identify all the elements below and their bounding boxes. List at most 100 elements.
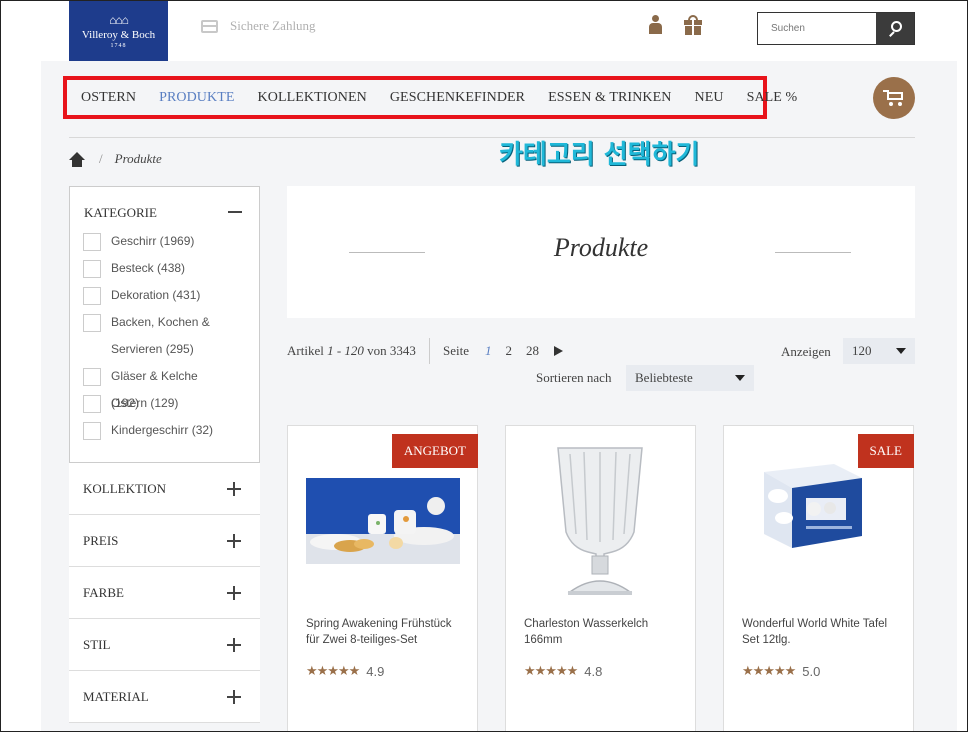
kategorie-label: Geschirr (1969) — [111, 234, 195, 248]
star-rating-icon: ★★★★★ — [742, 664, 796, 679]
sort-value: Beliebteste — [635, 370, 693, 385]
toolbar-divider — [429, 338, 430, 364]
category-hero: Produkte — [287, 186, 915, 318]
offer-badge: ANGEBOT — [391, 434, 478, 468]
gift-icon[interactable] — [684, 15, 702, 35]
rating-score: 5.0 — [802, 664, 821, 679]
next-page-icon[interactable] — [554, 346, 563, 356]
user-icon[interactable] — [648, 15, 662, 35]
product-rating: ★★★★★ 4.9 — [306, 664, 384, 679]
nav-item-produkte[interactable]: PRODUKTE — [159, 90, 234, 106]
kategorie-item[interactable]: Backen, Kochen & Servieren (295) — [83, 314, 221, 368]
nav-item-ostern[interactable]: OSTERN — [81, 90, 136, 106]
kategorie-label: Backen, Kochen & Servieren (295) — [111, 315, 210, 356]
nav-item-kollektionen[interactable]: KOLLEKTIONEN — [258, 90, 367, 106]
checkbox[interactable] — [83, 260, 101, 278]
pagination: Seite 1 2 28 — [443, 343, 563, 359]
product-image[interactable] — [524, 444, 678, 599]
checkbox[interactable] — [83, 314, 101, 332]
product-name[interactable]: Wonderful World White Tafel Set 12tlg. — [742, 616, 902, 648]
kategorie-label: Besteck (438) — [111, 261, 186, 275]
star-rating-icon: ★★★★★ — [524, 664, 578, 679]
checkbox[interactable] — [83, 422, 101, 440]
search-button[interactable] — [876, 13, 914, 44]
show-label: Anzeigen — [781, 344, 831, 359]
nav-item-neu[interactable]: NEU — [694, 90, 723, 106]
browser-frame: ⌂⌂⌂ Villeroy & Boch 1748 Sichere Zahlung… — [0, 0, 968, 732]
chevron-down-icon — [896, 348, 906, 354]
checkbox[interactable] — [83, 287, 101, 305]
search-icon — [888, 21, 903, 37]
rating-score: 4.9 — [366, 664, 385, 679]
kategorie-item[interactable]: Kindergeschirr (32) — [83, 422, 221, 449]
filter-label: KOLLEKTION — [83, 481, 167, 496]
product-card[interactable]: Charleston Wasserkelch 166mm ★★★★★ 4.8 — [505, 425, 696, 731]
expand-icon[interactable] — [227, 638, 241, 652]
checkbox[interactable] — [83, 233, 101, 251]
kategorie-label: Ostern (129) — [111, 396, 179, 410]
filter-label: STIL — [83, 637, 111, 652]
page-link[interactable]: 28 — [526, 343, 539, 359]
filter-preis[interactable]: PREIS — [69, 515, 260, 567]
page-size-select[interactable]: 120 — [843, 338, 915, 364]
product-card[interactable]: SALE Wonderful World White Tafel Set 12t… — [723, 425, 914, 731]
product-name[interactable]: Spring Awakening Frühstück für Zwei 8-te… — [306, 616, 466, 648]
filter-kollektion[interactable]: KOLLEKTION — [69, 463, 260, 515]
article-count: Artikel 1 - 120 von 3343 — [287, 343, 416, 359]
page-label: Seite — [443, 343, 469, 358]
product-card[interactable]: ANGEBOT Spring Awakening Frühstück für Z… — [287, 425, 478, 731]
page-link-current[interactable]: 1 — [485, 343, 492, 359]
checkbox[interactable] — [83, 395, 101, 413]
kategorie-list: Geschirr (1969) Besteck (438) Dekoration… — [83, 233, 221, 449]
nav-item-essen-trinken[interactable]: ESSEN & TRINKEN — [548, 90, 671, 106]
safe-payment-label: Sichere Zahlung — [230, 18, 316, 33]
filter-sidebar: KATEGORIE Geschirr (1969) Besteck (438) … — [69, 186, 260, 723]
kategorie-title[interactable]: KATEGORIE — [84, 205, 157, 221]
checkbox[interactable] — [83, 368, 101, 386]
article-prefix: Artikel — [287, 343, 324, 358]
hero-rule-right — [775, 252, 851, 253]
collapse-icon[interactable] — [228, 211, 242, 213]
wine-glass-image — [557, 447, 643, 595]
kategorie-label: Dekoration (431) — [111, 288, 201, 302]
kategorie-panel: KATEGORIE Geschirr (1969) Besteck (438) … — [69, 186, 260, 463]
page-size-value: 120 — [852, 343, 872, 358]
brand-logo[interactable]: ⌂⌂⌂ Villeroy & Boch 1748 — [69, 1, 168, 61]
star-rating-icon: ★★★★★ — [306, 664, 360, 679]
expand-icon[interactable] — [227, 586, 241, 600]
breadcrumb-separator: / — [99, 151, 103, 166]
safe-payment: Sichere Zahlung — [201, 18, 316, 34]
main-navigation: OSTERN PRODUKTE KOLLEKTIONEN GESCHENKEFI… — [63, 76, 797, 119]
filter-farbe[interactable]: FARBE — [69, 567, 260, 619]
filter-material[interactable]: MATERIAL — [69, 671, 260, 723]
product-rating: ★★★★★ 5.0 — [742, 664, 820, 679]
crest-icon: ⌂⌂⌂ — [109, 12, 129, 27]
listing-toolbar: Artikel 1 - 120 von 3343 Seite 1 2 28 An… — [287, 338, 915, 398]
annotation-label: 카테고리 선택하기 — [499, 140, 700, 170]
filter-stil[interactable]: STIL — [69, 619, 260, 671]
home-icon[interactable] — [69, 151, 85, 167]
chevron-down-icon — [735, 375, 745, 381]
article-range: 1 - 120 — [327, 343, 364, 358]
cart-button[interactable] — [873, 77, 915, 119]
product-rating: ★★★★★ 4.8 — [524, 664, 602, 679]
filter-label: MATERIAL — [83, 689, 149, 704]
rating-score: 4.8 — [584, 664, 603, 679]
expand-icon[interactable] — [227, 534, 241, 548]
search-input[interactable] — [758, 13, 876, 44]
sort-select[interactable]: Beliebteste — [626, 365, 754, 391]
top-header: ⌂⌂⌂ Villeroy & Boch 1748 Sichere Zahlung — [1, 1, 967, 61]
page-title: Produkte — [553, 233, 649, 262]
expand-icon[interactable] — [227, 690, 241, 704]
breadcrumb-current: Produkte — [114, 151, 162, 166]
kategorie-label: Kindergeschirr (32) — [111, 423, 214, 437]
page-link[interactable]: 2 — [506, 343, 513, 359]
breadcrumb: / Produkte — [69, 151, 162, 167]
filter-label: PREIS — [83, 533, 119, 548]
filter-label: FARBE — [83, 585, 124, 600]
product-name[interactable]: Charleston Wasserkelch 166mm — [524, 616, 684, 648]
expand-icon[interactable] — [227, 482, 241, 496]
nav-item-sale[interactable]: SALE % — [747, 90, 798, 106]
nav-item-geschenkefinder[interactable]: GESCHENKEFINDER — [390, 90, 525, 106]
card-icon — [201, 19, 218, 33]
